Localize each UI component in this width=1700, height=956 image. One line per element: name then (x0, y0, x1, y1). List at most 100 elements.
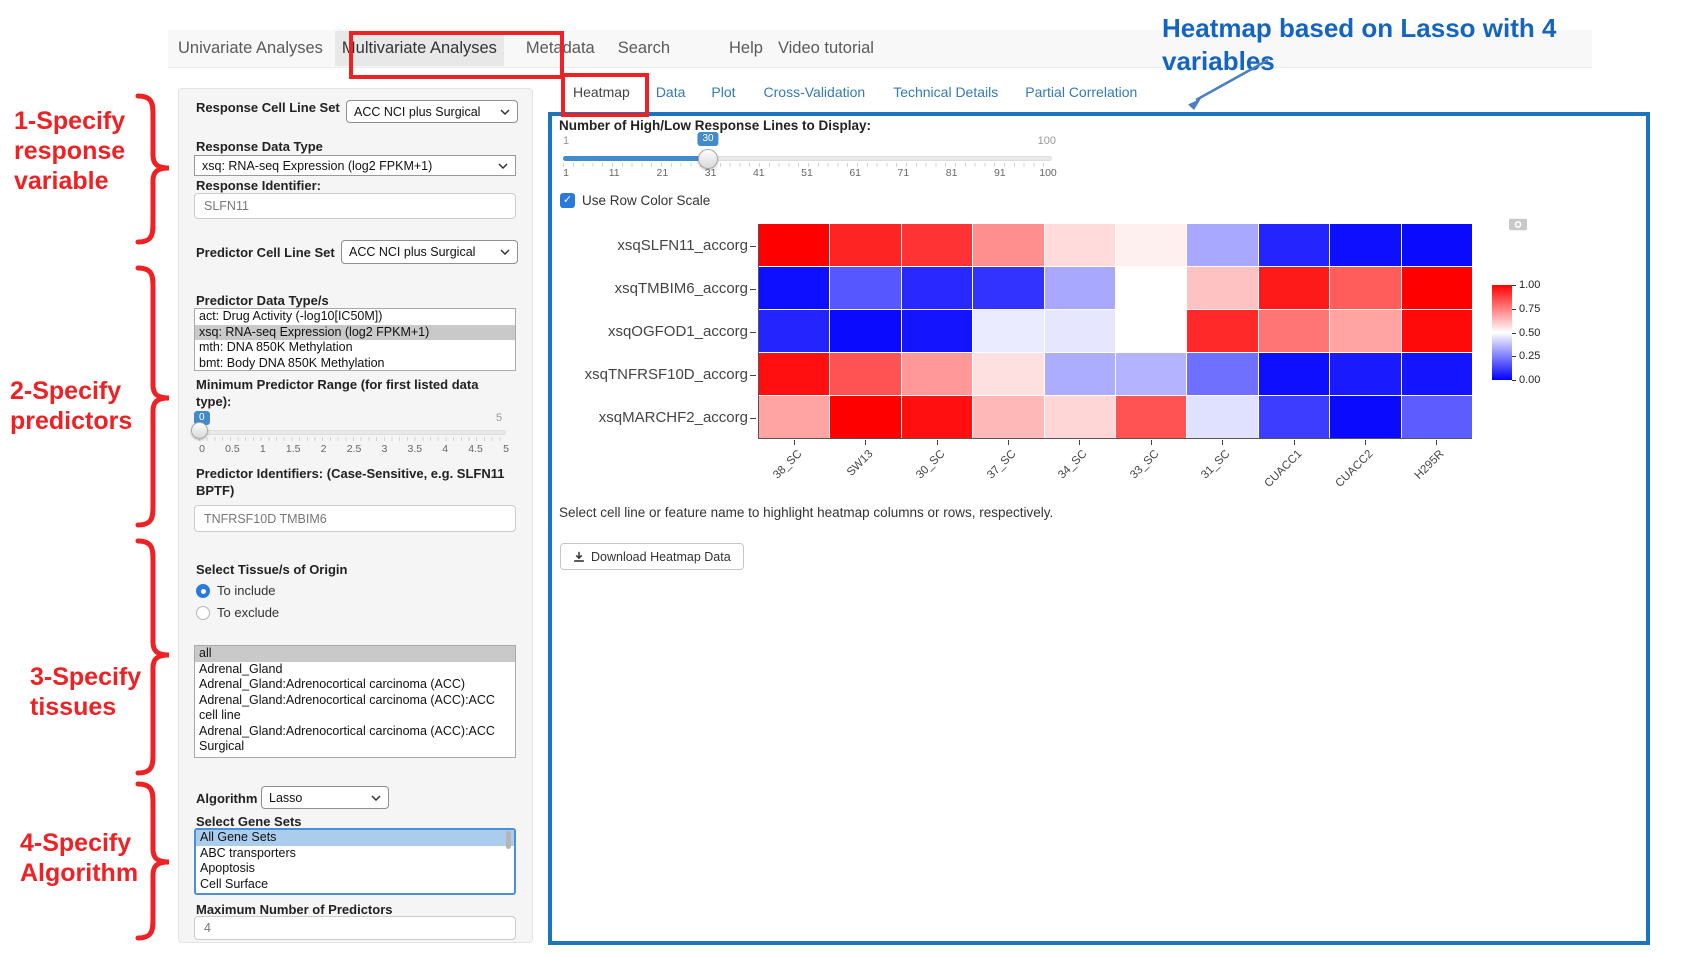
response-identifier-input[interactable] (194, 193, 516, 219)
heatmap-cell-xsqmarchf2-accorg-37-sc[interactable] (973, 396, 1043, 438)
heatmap-cell-xsqmarchf2-accorg-cuacc2[interactable] (1330, 396, 1400, 438)
heatmap-cell-xsqslfn11-accorg-34-sc[interactable] (1045, 224, 1115, 266)
heatmap-cell-xsqogfod1-accorg-38-sc[interactable] (759, 310, 829, 352)
gene-set-option-all-gene-sets[interactable]: All Gene Sets (196, 830, 514, 846)
nav-item-univariate-analyses[interactable]: Univariate Analyses (171, 31, 330, 66)
heatmap-cell-xsqtmbim6-accorg-38-sc[interactable] (759, 267, 829, 309)
heatmap-cell-xsqogfod1-accorg-34-sc[interactable] (1045, 310, 1115, 352)
heatmap-cell-xsqtnfrsf10d-accorg-38-sc[interactable] (759, 353, 829, 395)
heatmap-row-label-xsqmarchf2-accorg[interactable]: xsqMARCHF2_accorg (552, 409, 748, 426)
gene-set-option-apoptosis[interactable]: Apoptosis (196, 861, 514, 877)
heatmap-cell-xsqtmbim6-accorg-31-sc[interactable] (1187, 267, 1257, 309)
heatmap-cell-xsqtmbim6-accorg-30-sc[interactable] (902, 267, 972, 309)
gene-sets-list[interactable]: All Gene SetsABC transportersApoptosisCe… (194, 828, 516, 895)
heatmap-cell-xsqslfn11-accorg-38-sc[interactable] (759, 224, 829, 266)
exclude-radio[interactable] (196, 606, 210, 620)
heatmap-cell-xsqslfn11-accorg-h295r[interactable] (1402, 224, 1472, 266)
heatmap-cell-xsqslfn11-accorg-cuacc2[interactable] (1330, 224, 1400, 266)
heatmap-row-label-xsqslfn11-accorg[interactable]: xsqSLFN11_accorg (552, 237, 748, 254)
nav-item-multivariate-analyses[interactable]: Multivariate Analyses (335, 31, 504, 66)
heatmap-cell-xsqmarchf2-accorg-34-sc[interactable] (1045, 396, 1115, 438)
heatmap-cell-xsqslfn11-accorg-30-sc[interactable] (902, 224, 972, 266)
heatmap-cell-xsqmarchf2-accorg-30-sc[interactable] (902, 396, 972, 438)
heatmap-cell-xsqtmbim6-accorg-h295r[interactable] (1402, 267, 1472, 309)
heatmap-cell-xsqmarchf2-accorg-h295r[interactable] (1402, 396, 1472, 438)
predictor-data-type-option-bmt-body-dna-850k-methylation[interactable]: bmt: Body DNA 850K Methylation (195, 356, 515, 372)
heatmap-cell-xsqtnfrsf10d-accorg-37-sc[interactable] (973, 353, 1043, 395)
heatmap-cell-xsqmarchf2-accorg-cuacc1[interactable] (1259, 396, 1329, 438)
heatmap-cell-xsqogfod1-accorg-cuacc2[interactable] (1330, 310, 1400, 352)
response-data-type-select[interactable]: xsq: RNA-seq Expression (log2 FPKM+1) (194, 155, 516, 176)
tissue-option-adrenal-gland-adrenocortical-carcinoma-acc-acc-cell-line[interactable]: Adrenal_Gland:Adrenocortical carcinoma (… (195, 693, 515, 724)
gene-sets-scrollbar[interactable] (506, 831, 511, 849)
heatmap-cell-xsqmarchf2-accorg-sw13[interactable] (830, 396, 900, 438)
heatmap-cell-xsqtnfrsf10d-accorg-30-sc[interactable] (902, 353, 972, 395)
heatmap-cell-xsqtmbim6-accorg-cuacc1[interactable] (1259, 267, 1329, 309)
lines-slider-handle[interactable] (698, 149, 718, 169)
tab-partial-correlation[interactable]: Partial Correlation (1015, 78, 1147, 106)
heatmap-cell-xsqtnfrsf10d-accorg-cuacc2[interactable] (1330, 353, 1400, 395)
tab-plot[interactable]: Plot (701, 78, 745, 106)
heatmap-cell-xsqtmbim6-accorg-33-sc[interactable] (1116, 267, 1186, 309)
tissue-exclude-radio-row[interactable]: To exclude (196, 605, 279, 620)
predictor-data-type-option-xsq-rna-seq-expression-log2-fpkm-1[interactable]: xsq: RNA-seq Expression (log2 FPKM+1) (195, 325, 515, 341)
include-radio[interactable] (196, 584, 210, 598)
tissue-origin-list[interactable]: allAdrenal_GlandAdrenal_Gland:Adrenocort… (194, 645, 516, 758)
tissue-option-adrenal-gland-adrenocortical-carcinoma-acc[interactable]: Adrenal_Gland:Adrenocortical carcinoma (… (195, 677, 515, 693)
heatmap-cell-xsqtnfrsf10d-accorg-h295r[interactable] (1402, 353, 1472, 395)
tissue-option-adrenal-gland-adrenocortical-carcinoma-acc-acc-surgical[interactable]: Adrenal_Gland:Adrenocortical carcinoma (… (195, 724, 515, 755)
download-heatmap-data-button[interactable]: Download Heatmap Data (560, 543, 744, 570)
heatmap-cell-xsqogfod1-accorg-30-sc[interactable] (902, 310, 972, 352)
heatmap-cell-xsqtnfrsf10d-accorg-33-sc[interactable] (1116, 353, 1186, 395)
predictor-data-type-option-act-drug-activity-log10-ic50m[interactable]: act: Drug Activity (-log10[IC50M]) (195, 309, 515, 325)
heatmap-cell-xsqmarchf2-accorg-38-sc[interactable] (759, 396, 829, 438)
tissue-option-adrenal-gland[interactable]: Adrenal_Gland (195, 662, 515, 678)
predictor-data-types-list[interactable]: act: Drug Activity (-log10[IC50M])xsq: R… (194, 308, 516, 371)
heatmap-row-label-xsqogfod1-accorg[interactable]: xsqOGFOD1_accorg (552, 323, 748, 340)
heatmap-cell-xsqmarchf2-accorg-33-sc[interactable] (1116, 396, 1186, 438)
heatmap-cell-xsqogfod1-accorg-33-sc[interactable] (1116, 310, 1186, 352)
heatmap-cell-xsqslfn11-accorg-33-sc[interactable] (1116, 224, 1186, 266)
heatmap-cell-xsqogfod1-accorg-h295r[interactable] (1402, 310, 1472, 352)
heatmap-cell-xsqtmbim6-accorg-cuacc2[interactable] (1330, 267, 1400, 309)
heatmap-cell-xsqslfn11-accorg-31-sc[interactable] (1187, 224, 1257, 266)
algorithm-select[interactable]: Lasso (261, 786, 389, 809)
heatmap-cell-xsqslfn11-accorg-cuacc1[interactable] (1259, 224, 1329, 266)
max-predictors-input[interactable] (194, 916, 516, 940)
heatmap-cell-xsqtmbim6-accorg-34-sc[interactable] (1045, 267, 1115, 309)
tab-heatmap[interactable]: Heatmap (563, 78, 640, 106)
heatmap-cell-xsqtnfrsf10d-accorg-sw13[interactable] (830, 353, 900, 395)
heatmap-cell-xsqogfod1-accorg-31-sc[interactable] (1187, 310, 1257, 352)
heatmap-cell-xsqtmbim6-accorg-37-sc[interactable] (973, 267, 1043, 309)
nav-item-search[interactable]: Search (611, 31, 677, 66)
heatmap-cell-xsqogfod1-accorg-sw13[interactable] (830, 310, 900, 352)
heatmap-cell-xsqslfn11-accorg-sw13[interactable] (830, 224, 900, 266)
predictor-data-type-option-mth-dna-850k-methylation[interactable]: mth: DNA 850K Methylation (195, 340, 515, 356)
heatmap-cell-xsqtnfrsf10d-accorg-31-sc[interactable] (1187, 353, 1257, 395)
predictor-identifiers-input[interactable] (194, 505, 516, 532)
heatmap-cell-xsqtmbim6-accorg-sw13[interactable] (830, 267, 900, 309)
tab-technical-details[interactable]: Technical Details (883, 78, 1008, 106)
min-predictor-range-track[interactable] (199, 430, 506, 435)
heatmap-cell-xsqogfod1-accorg-37-sc[interactable] (973, 310, 1043, 352)
row-color-scale-checkbox[interactable] (560, 193, 575, 208)
predictor-cell-line-set-select[interactable]: ACC NCI plus Surgical (341, 240, 518, 264)
gene-set-option-cell-surface[interactable]: Cell Surface (196, 877, 514, 893)
min-predictor-range-handle[interactable] (191, 422, 208, 439)
nav-item-help[interactable]: Help (722, 31, 770, 66)
heatmap-row-label-xsqtnfrsf10d-accorg[interactable]: xsqTNFRSF10D_accorg (552, 366, 748, 383)
heatmap-cell-xsqslfn11-accorg-37-sc[interactable] (973, 224, 1043, 266)
tab-cross-validation[interactable]: Cross-Validation (754, 78, 876, 106)
nav-item-video-tutorial[interactable]: Video tutorial (771, 31, 881, 66)
heatmap-cell-xsqogfod1-accorg-cuacc1[interactable] (1259, 310, 1329, 352)
nav-item-metadata[interactable]: Metadata (519, 31, 602, 66)
response-cell-line-set-select[interactable]: ACC NCI plus Surgical (346, 100, 518, 123)
heatmap-cell-xsqmarchf2-accorg-31-sc[interactable] (1187, 396, 1257, 438)
gene-set-option-abc-transporters[interactable]: ABC transporters (196, 846, 514, 862)
heatmap-cell-xsqtnfrsf10d-accorg-cuacc1[interactable] (1259, 353, 1329, 395)
tissue-include-radio-row[interactable]: To include (196, 583, 276, 598)
heatmap-cell-xsqtnfrsf10d-accorg-34-sc[interactable] (1045, 353, 1115, 395)
heatmap-row-label-xsqtmbim6-accorg[interactable]: xsqTMBIM6_accorg (552, 280, 748, 297)
tab-data[interactable]: Data (646, 78, 696, 106)
tissue-option-all[interactable]: all (195, 646, 515, 662)
